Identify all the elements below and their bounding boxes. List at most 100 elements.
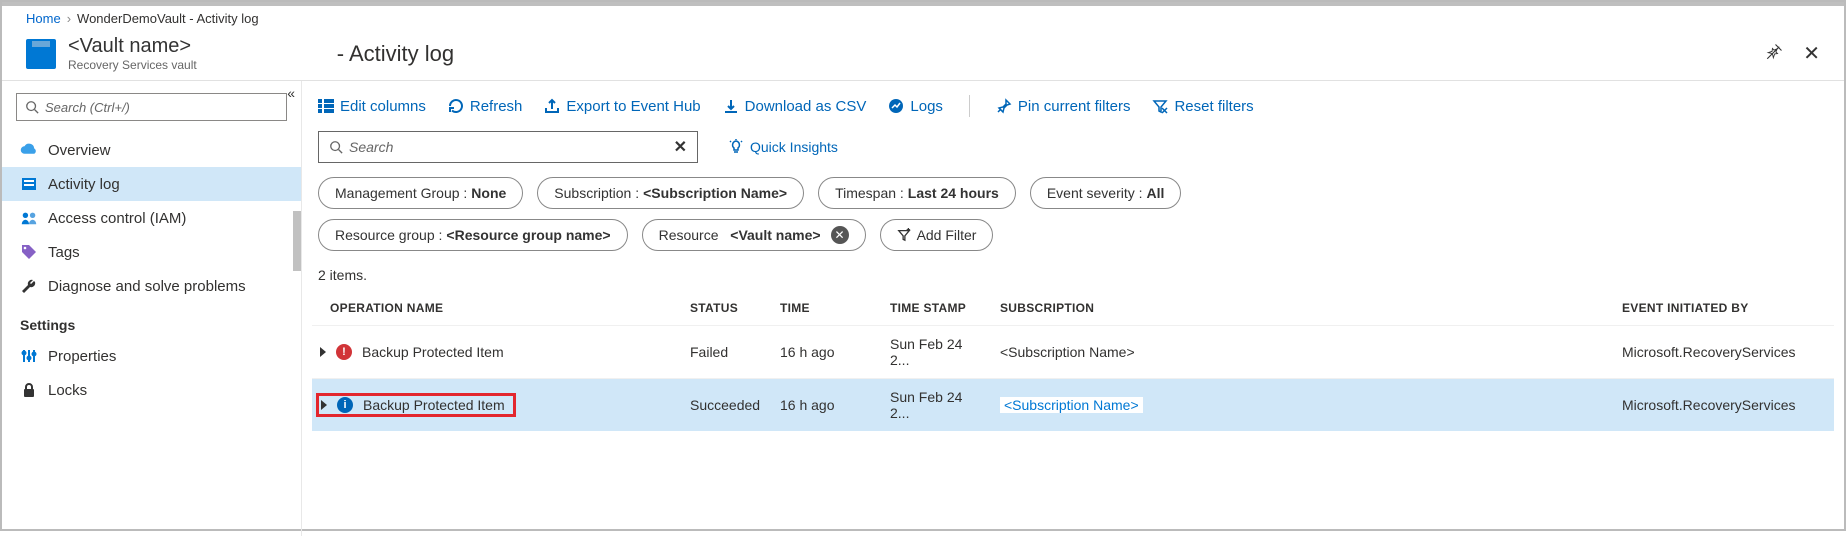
- sidebar-item-label: Activity log: [48, 176, 120, 193]
- cloud-icon: [20, 141, 38, 159]
- pill-value: Last 24 hours: [908, 185, 999, 201]
- scrollbar-thumb[interactable]: [293, 211, 301, 271]
- lightbulb-icon: [728, 139, 744, 155]
- sidebar-item-properties[interactable]: Properties: [2, 339, 301, 373]
- people-icon: [20, 209, 38, 227]
- pill-value: <Vault name>: [730, 227, 820, 243]
- sidebar-item-label: Tags: [48, 244, 80, 261]
- sidebar: « Search (Ctrl+/) Overview Activity log …: [2, 81, 302, 536]
- add-filter-button[interactable]: Add Filter: [880, 219, 994, 251]
- cell-initiated-by: Microsoft.RecoveryServices: [1614, 326, 1834, 379]
- pin-filters-button[interactable]: Pin current filters: [996, 98, 1131, 115]
- table-row[interactable]: i Backup Protected Item Succeeded 16 h a…: [312, 379, 1834, 432]
- filter-pill-timespan[interactable]: Timespan : Last 24 hours: [818, 177, 1016, 209]
- export-button[interactable]: Export to Event Hub: [544, 98, 700, 115]
- sidebar-item-tags[interactable]: Tags: [2, 235, 301, 269]
- pill-label: Event severity :: [1047, 185, 1143, 201]
- sliders-icon: [20, 347, 38, 365]
- col-subscription[interactable]: SUBSCRIPTION: [992, 291, 1614, 326]
- highlighted-operation: i Backup Protected Item: [316, 393, 516, 417]
- sidebar-item-overview[interactable]: Overview: [2, 133, 301, 167]
- filter-pill-management-group[interactable]: Management Group : None: [318, 177, 523, 209]
- pill-value: <Resource group name>: [446, 227, 610, 243]
- pill-value: <Subscription Name>: [643, 185, 787, 201]
- pill-label: Management Group :: [335, 185, 467, 201]
- vault-subtitle: Recovery Services vault: [68, 58, 197, 72]
- toolbar-label: Reset filters: [1174, 98, 1253, 115]
- logs-button[interactable]: Logs: [888, 98, 943, 115]
- expand-icon[interactable]: [320, 347, 326, 357]
- operation-name: Backup Protected Item: [363, 397, 505, 413]
- filter-pill-resource-group[interactable]: Resource group : <Resource group name>: [318, 219, 628, 251]
- clear-filter-icon[interactable]: ✕: [831, 226, 849, 244]
- edit-columns-button[interactable]: Edit columns: [318, 98, 426, 115]
- quick-insights-button[interactable]: Quick Insights: [728, 139, 838, 155]
- col-operation-name[interactable]: OPERATION NAME: [312, 291, 682, 326]
- sidebar-item-activity-log[interactable]: Activity log: [2, 167, 301, 201]
- cell-timestamp: Sun Feb 24 2...: [882, 326, 992, 379]
- cell-status: Succeeded: [682, 379, 772, 432]
- add-filter-label: Add Filter: [917, 227, 977, 243]
- cell-subscription-link[interactable]: <Subscription Name>: [1000, 397, 1143, 413]
- sidebar-item-label: Locks: [48, 382, 87, 399]
- sidebar-item-label: Properties: [48, 348, 116, 365]
- pill-label: Timespan :: [835, 185, 904, 201]
- toolbar-label: Export to Event Hub: [566, 98, 700, 115]
- reset-filters-button[interactable]: Reset filters: [1152, 98, 1253, 115]
- col-status[interactable]: STATUS: [682, 291, 772, 326]
- pill-label: Resource group :: [335, 227, 442, 243]
- export-icon: [544, 98, 560, 114]
- sidebar-section-settings: Settings: [2, 303, 301, 339]
- page-header: <Vault name> Recovery Services vault - A…: [2, 31, 1844, 81]
- filter-pill-resource[interactable]: Resource <Vault name> ✕: [642, 219, 866, 251]
- pin-icon[interactable]: [1765, 43, 1783, 64]
- sidebar-item-label: Overview: [48, 142, 111, 159]
- sidebar-item-label: Diagnose and solve problems: [48, 278, 246, 295]
- expand-icon[interactable]: [321, 400, 327, 410]
- close-icon[interactable]: ✕: [1803, 41, 1820, 66]
- col-timestamp[interactable]: TIME STAMP: [882, 291, 992, 326]
- toolbar-label: Pin current filters: [1018, 98, 1131, 115]
- lock-icon: [20, 381, 38, 399]
- columns-icon: [318, 99, 334, 113]
- sidebar-item-diagnose[interactable]: Diagnose and solve problems: [2, 269, 301, 303]
- vault-name: <Vault name>: [68, 35, 197, 58]
- operation-name: Backup Protected Item: [362, 344, 504, 360]
- items-count: 2 items.: [312, 261, 1834, 287]
- collapse-sidebar-icon[interactable]: «: [287, 85, 295, 101]
- refresh-icon: [448, 98, 464, 114]
- logs-icon: [888, 98, 904, 114]
- quick-insights-label: Quick Insights: [750, 139, 838, 155]
- toolbar-label: Edit columns: [340, 98, 426, 115]
- cell-timestamp: Sun Feb 24 2...: [882, 379, 992, 432]
- toolbar-label: Logs: [910, 98, 943, 115]
- pill-value: None: [471, 185, 506, 201]
- refresh-button[interactable]: Refresh: [448, 98, 523, 115]
- error-status-icon: !: [336, 344, 352, 360]
- filter-pill-subscription[interactable]: Subscription : <Subscription Name>: [537, 177, 804, 209]
- sidebar-item-access-control[interactable]: Access control (IAM): [2, 201, 301, 235]
- pill-label: Resource: [659, 227, 719, 243]
- add-filter-icon: [897, 228, 911, 242]
- toolbar-divider: [969, 95, 970, 117]
- search-placeholder: Search: [349, 139, 393, 155]
- pill-value: All: [1147, 185, 1165, 201]
- breadcrumb: Home › WonderDemoVault - Activity log: [2, 6, 1844, 31]
- table-row[interactable]: ! Backup Protected Item Failed 16 h ago …: [312, 326, 1834, 379]
- col-time[interactable]: TIME: [772, 291, 882, 326]
- clear-search-icon[interactable]: ✕: [674, 137, 687, 157]
- tag-icon: [20, 243, 38, 261]
- main-content: Edit columns Refresh Export to Event Hub…: [302, 81, 1844, 536]
- col-initiated-by[interactable]: EVENT INITIATED BY: [1614, 291, 1834, 326]
- sidebar-search-placeholder: Search (Ctrl+/): [45, 100, 130, 115]
- sidebar-search-input[interactable]: Search (Ctrl+/): [16, 93, 287, 121]
- filter-pill-severity[interactable]: Event severity : All: [1030, 177, 1182, 209]
- sidebar-item-locks[interactable]: Locks: [2, 373, 301, 407]
- vault-icon: [26, 39, 56, 69]
- breadcrumb-current: WonderDemoVault - Activity log: [77, 11, 259, 26]
- breadcrumb-home[interactable]: Home: [26, 11, 61, 26]
- activity-log-icon: [20, 175, 38, 193]
- page-title: - Activity log: [337, 41, 454, 67]
- download-csv-button[interactable]: Download as CSV: [723, 98, 867, 115]
- search-input[interactable]: Search ✕: [318, 131, 698, 163]
